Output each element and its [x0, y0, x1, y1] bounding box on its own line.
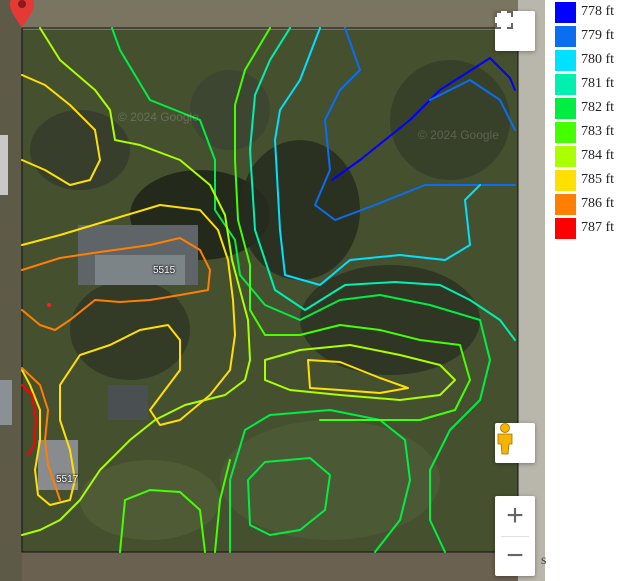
legend-item: 782 ft [553, 96, 614, 120]
legend-swatch [555, 169, 576, 191]
legend-swatch [555, 121, 576, 143]
side-glyph: s [541, 553, 547, 568]
legend-swatch [555, 1, 576, 23]
legend-swatch [555, 73, 576, 95]
legend-item: 785 ft [553, 168, 614, 192]
google-watermark: © 2024 Google [418, 128, 499, 142]
house-number-label: 5515 [153, 265, 176, 276]
legend-label: 787 ft [581, 220, 615, 235]
zoom-in-button[interactable]: + [495, 496, 535, 536]
fullscreen-button[interactable] [495, 11, 535, 51]
legend-item: 784 ft [553, 144, 614, 168]
legend-swatch [555, 49, 576, 71]
legend-label: 781 ft [581, 76, 615, 91]
legend-label: 786 ft [581, 196, 615, 211]
legend-item: 780 ft [553, 48, 614, 72]
satellite-imagery [0, 0, 545, 581]
legend-label: 778 ft [581, 4, 615, 19]
legend-label: 782 ft [581, 100, 615, 115]
legend-label: 783 ft [581, 124, 615, 139]
legend-swatch [555, 217, 576, 239]
legend-label: 784 ft [581, 148, 615, 163]
zoom-control: + − [495, 496, 535, 576]
legend-item: 783 ft [553, 120, 614, 144]
legend-swatch [555, 25, 576, 47]
map-view[interactable]: © 2024 Google © 2024 Google 5515 5517 + … [0, 0, 545, 581]
legend-swatch [555, 145, 576, 167]
legend-swatch [555, 97, 576, 119]
legend-item: 786 ft [553, 192, 614, 216]
google-watermark: © 2024 Google [118, 110, 199, 124]
house-number-label: 5517 [56, 474, 79, 485]
legend-label: 780 ft [581, 52, 615, 67]
street-view-button[interactable] [495, 423, 535, 463]
legend-swatch [555, 193, 576, 215]
legend-item: 787 ft [553, 216, 614, 240]
zoom-out-button[interactable]: − [495, 536, 535, 576]
legend-item: 778 ft [553, 0, 614, 24]
legend-item: 781 ft [553, 72, 614, 96]
legend-label: 785 ft [581, 172, 615, 187]
legend-label: 779 ft [581, 28, 615, 43]
fullscreen-icon [495, 11, 513, 29]
legend-item: 779 ft [553, 24, 614, 48]
pegman-icon [497, 423, 513, 455]
